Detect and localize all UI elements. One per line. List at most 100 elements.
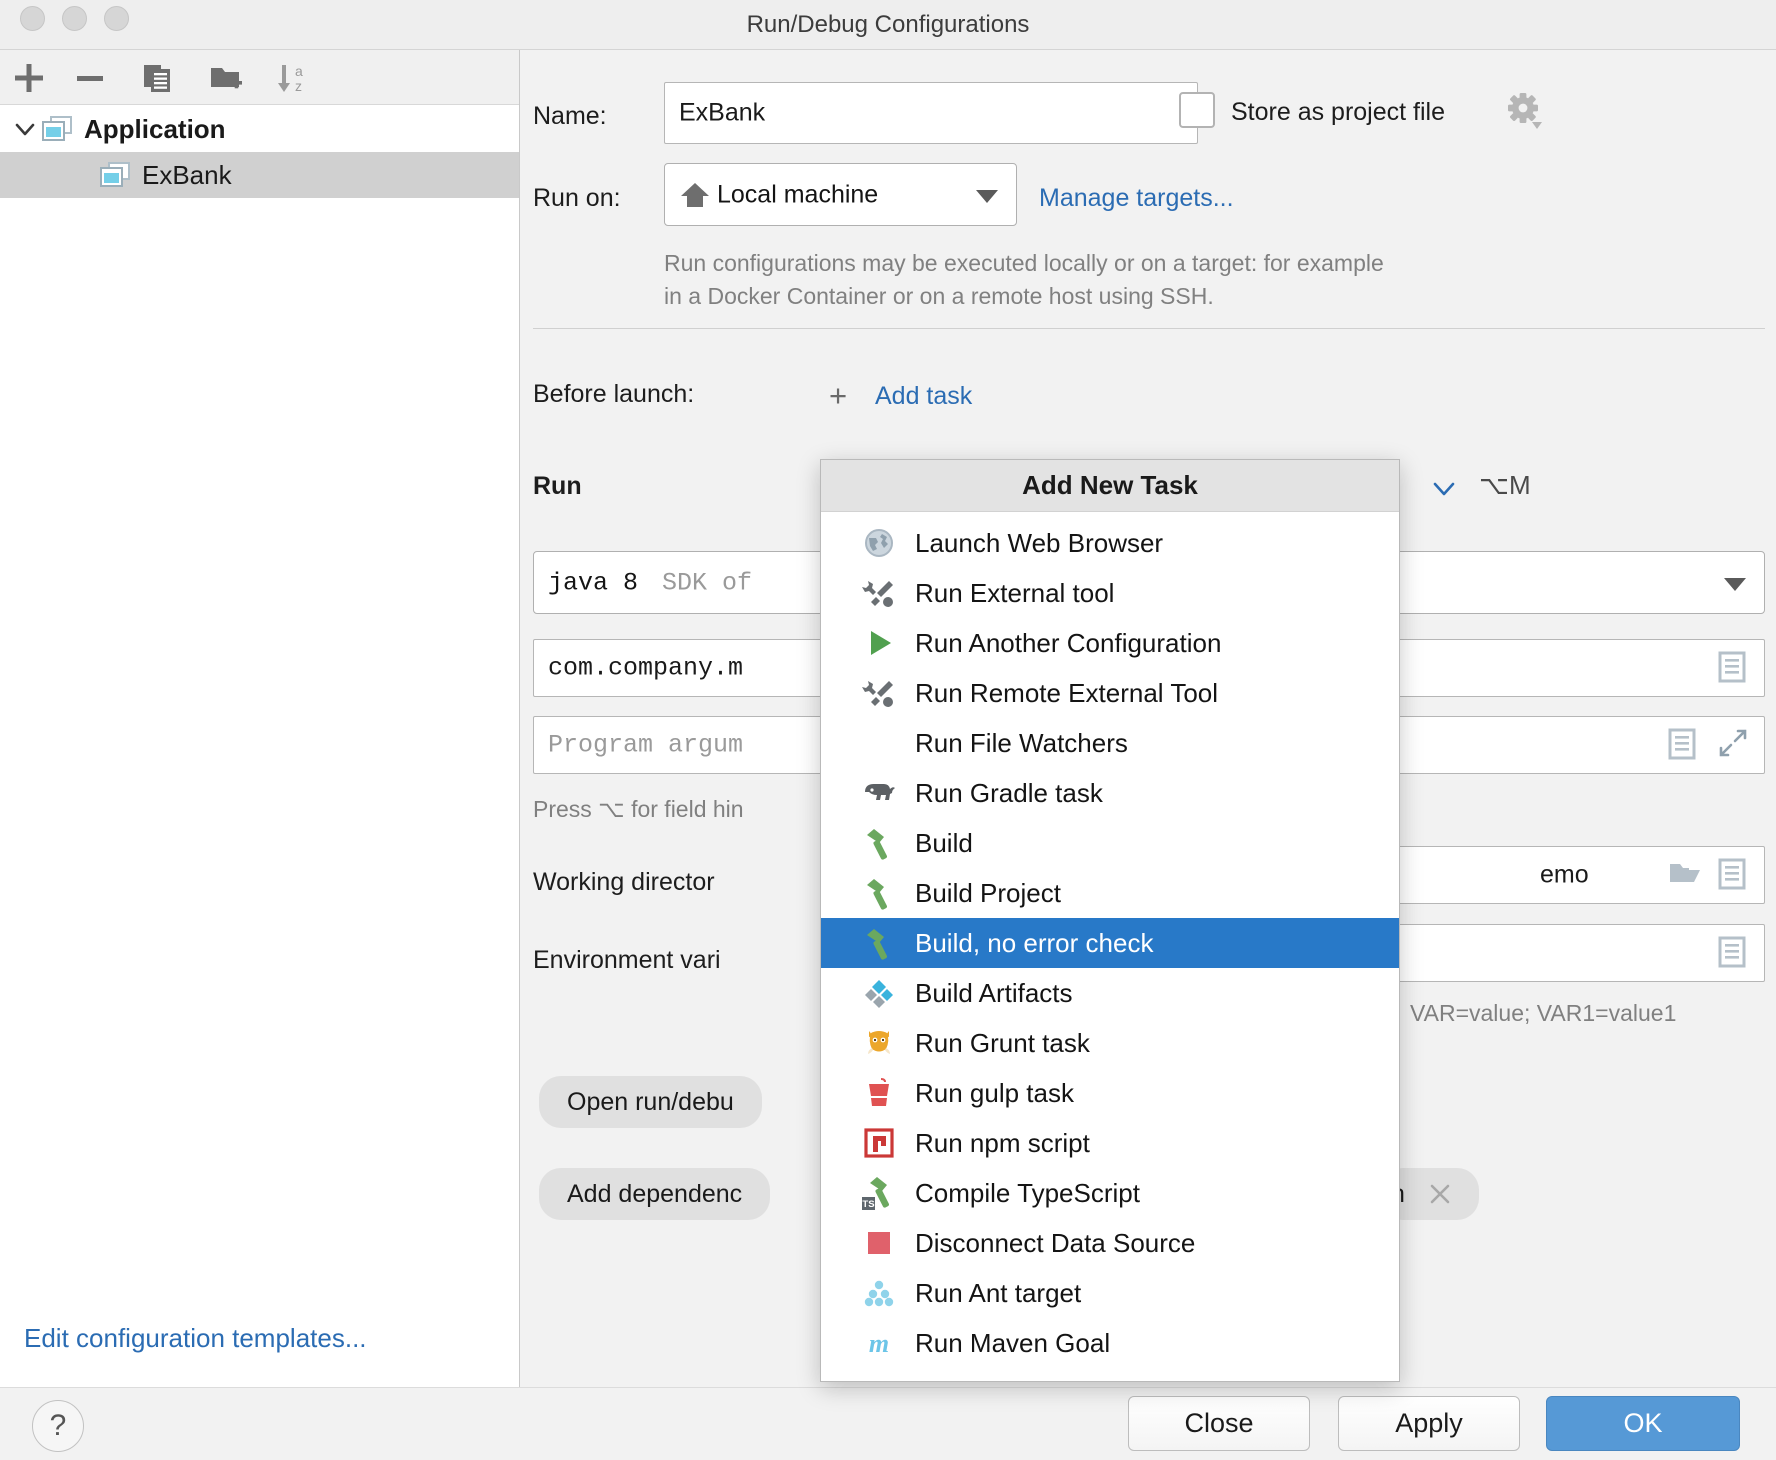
tools-icon	[857, 573, 901, 613]
menu-item-compile-typescript[interactable]: TS Compile TypeScript	[821, 1168, 1399, 1218]
run-debug-configurations-dialog: Run/Debug Configurations	[0, 0, 1776, 1460]
store-as-project-file-label: Store as project file	[1231, 98, 1445, 127]
copy-configuration-button[interactable]	[136, 58, 180, 98]
menu-item-launch-web-browser[interactable]: Launch Web Browser	[821, 518, 1399, 568]
application-module-icon	[42, 116, 72, 142]
typescript-build-icon: TS	[857, 1173, 901, 1213]
name-label: Name:	[533, 102, 607, 131]
working-directory-value: emo	[1540, 861, 1589, 890]
page-title: Run/Debug Configurations	[0, 0, 1776, 50]
jre-hint: SDK of	[662, 568, 752, 597]
main-class-value: com.company.m	[548, 654, 743, 683]
chevron-down-icon[interactable]	[8, 106, 42, 152]
run-on-select[interactable]: Local machine	[664, 163, 1017, 226]
copy-icon	[141, 61, 175, 95]
gradle-elephant-icon	[857, 773, 901, 813]
store-as-project-file-checkbox[interactable]	[1179, 92, 1215, 128]
expand-icon[interactable]	[1718, 728, 1748, 762]
apply-button[interactable]: Apply	[1338, 1396, 1520, 1451]
menu-item-disconnect-data-source[interactable]: Disconnect Data Source	[821, 1218, 1399, 1268]
menu-item-label: Run Gradle task	[915, 780, 1103, 806]
menu-item-label: Compile TypeScript	[915, 1180, 1140, 1206]
home-icon	[679, 180, 711, 210]
sort-az-icon: a z	[274, 60, 314, 96]
build-hammer-icon	[857, 873, 901, 913]
menu-item-label: Run Another Configuration	[915, 630, 1221, 656]
menu-item-run-gradle-task[interactable]: Run Gradle task	[821, 768, 1399, 818]
target-help-line-2: in a Docker Container or on a remote hos…	[664, 283, 1214, 310]
add-new-task-popup: Add New Task Launch Web Browser	[820, 459, 1400, 1382]
menu-item-build[interactable]: Build	[821, 818, 1399, 868]
svg-text:z: z	[295, 78, 302, 94]
close-icon[interactable]	[1427, 1181, 1453, 1207]
macro-list-icon[interactable]	[1718, 936, 1748, 970]
name-input[interactable]: ExBank	[664, 82, 1198, 144]
menu-item-run-external-tool[interactable]: Run External tool	[821, 568, 1399, 618]
gear-icon[interactable]	[1506, 92, 1544, 130]
menu-item-label: Launch Web Browser	[915, 530, 1163, 556]
menu-item-run-another-configuration[interactable]: Run Another Configuration	[821, 618, 1399, 668]
npm-icon	[857, 1123, 901, 1163]
menu-item-build-artifacts[interactable]: Build Artifacts	[821, 968, 1399, 1018]
menu-item-run-ant-target[interactable]: Run Ant target	[821, 1268, 1399, 1318]
menu-item-label: Run File Watchers	[915, 730, 1128, 756]
chevron-down-icon[interactable]	[1431, 480, 1457, 498]
edit-templates-area: Edit configuration templates...	[0, 1299, 519, 1387]
macro-list-icon[interactable]	[1668, 728, 1698, 762]
remove-configuration-button[interactable]	[68, 58, 112, 98]
tree-item-exbank[interactable]: ExBank	[0, 152, 519, 198]
new-folder-button[interactable]	[204, 58, 248, 98]
help-button[interactable]: ?	[32, 1400, 84, 1452]
stop-square-icon	[857, 1223, 901, 1263]
ok-button[interactable]: OK	[1546, 1396, 1740, 1451]
svg-text:a: a	[295, 63, 303, 79]
name-input-value: ExBank	[679, 99, 765, 128]
configurations-sidebar: a z Application ExBank	[0, 50, 520, 1387]
macro-list-icon[interactable]	[1718, 858, 1748, 892]
menu-item-build-no-error-check[interactable]: Build, no error check	[821, 918, 1399, 968]
build-hammer-icon	[857, 923, 901, 963]
menu-item-run-file-watchers[interactable]: Run File Watchers	[821, 718, 1399, 768]
menu-item-label: Run Ant target	[915, 1280, 1081, 1306]
environment-variables-hint: VAR=value; VAR1=value1	[1410, 1000, 1676, 1027]
grunt-icon	[857, 1023, 901, 1063]
chevron-down-icon[interactable]	[1724, 578, 1746, 591]
configurations-tree: Application ExBank	[0, 106, 519, 198]
manage-targets-link[interactable]: Manage targets...	[1039, 184, 1234, 213]
menu-item-run-grunt-task[interactable]: Run Grunt task	[821, 1018, 1399, 1068]
plus-icon	[12, 61, 46, 95]
macro-list-icon[interactable]	[1718, 651, 1748, 685]
program-arguments-placeholder: Program argum	[548, 731, 743, 760]
chevron-down-icon[interactable]	[976, 190, 998, 203]
run-on-value: Local machine	[717, 180, 878, 209]
gulp-cup-icon	[857, 1073, 901, 1113]
close-button[interactable]: Close	[1128, 1396, 1310, 1451]
jre-value: java 8	[548, 568, 638, 597]
no-icon-placeholder	[857, 723, 901, 763]
open-run-debug-button[interactable]: Open run/debu	[539, 1076, 762, 1128]
minus-icon	[73, 61, 107, 95]
add-dependencies-label: Add dependenc	[567, 1180, 742, 1209]
add-configuration-button[interactable]	[7, 58, 51, 98]
menu-item-run-npm-script[interactable]: Run npm script	[821, 1118, 1399, 1168]
run-section-label: Run	[533, 472, 582, 501]
tools-icon	[857, 673, 901, 713]
tree-group-application[interactable]: Application	[0, 106, 519, 152]
environment-variables-label: Environment vari	[533, 946, 721, 975]
add-task-link[interactable]: Add task	[875, 382, 972, 411]
add-dependencies-button[interactable]: Add dependenc	[539, 1168, 770, 1220]
add-task-plus-icon[interactable]: +	[829, 378, 847, 414]
edit-configuration-templates-link[interactable]: Edit configuration templates...	[24, 1323, 367, 1354]
sort-configurations-button[interactable]: a z	[272, 58, 316, 98]
menu-item-run-remote-external-tool[interactable]: Run Remote External Tool	[821, 668, 1399, 718]
svg-text:m: m	[869, 1329, 889, 1358]
menu-item-label: Run Grunt task	[915, 1030, 1090, 1056]
menu-item-build-project[interactable]: Build Project	[821, 868, 1399, 918]
folder-open-icon[interactable]	[1668, 858, 1698, 892]
tree-group-label: Application	[84, 114, 226, 145]
application-module-icon	[100, 162, 130, 188]
menu-item-run-maven-goal[interactable]: m Run Maven Goal	[821, 1318, 1399, 1368]
maven-icon: m	[857, 1323, 901, 1363]
menu-item-label: Disconnect Data Source	[915, 1230, 1195, 1256]
menu-item-run-gulp-task[interactable]: Run gulp task	[821, 1068, 1399, 1118]
